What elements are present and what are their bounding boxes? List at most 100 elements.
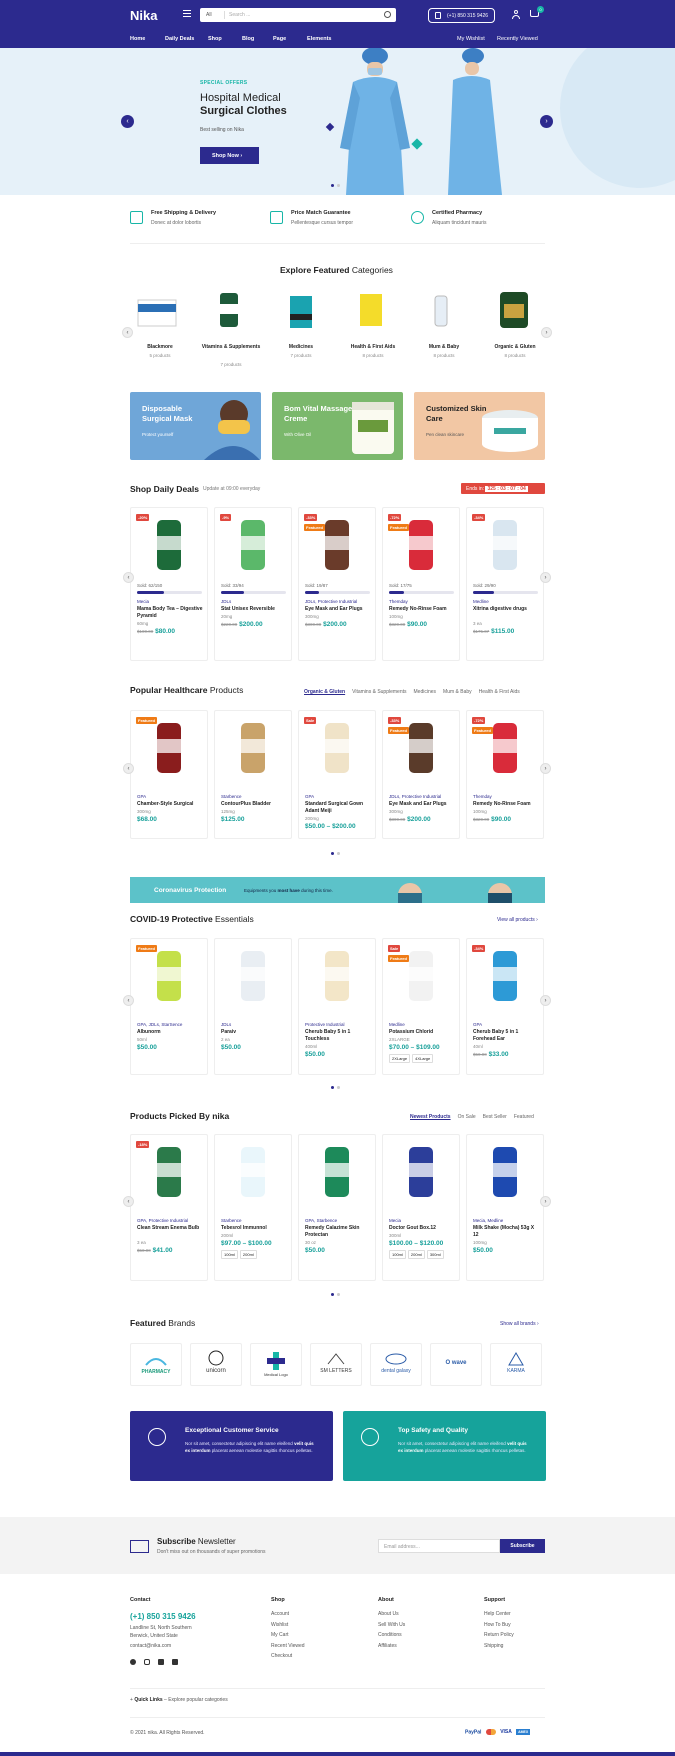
banner-surgical-mask[interactable]: Disposable Surgical Mask Protect yoursel… [130,392,261,460]
picked-dots[interactable] [331,1293,343,1296]
product-card[interactable]: Starbence ContourPlus Bladder 125mg $125.00 [214,710,292,839]
hero-dots[interactable] [331,184,343,187]
product-name[interactable]: Remedy Calazime Skin Protectan [305,1225,373,1239]
product-card[interactable]: -72% Featured Themday Remedy No-Rinse Foam 1… [466,710,544,839]
facebook-icon[interactable] [130,1659,136,1665]
category-name[interactable]: Health & First Aids [343,344,403,350]
brand-logo[interactable]: dental galaxy [370,1343,422,1386]
product-card[interactable]: Starbence Tebesrol Immunnol 200ml $97.00 – … [214,1134,292,1281]
tab-mum-baby[interactable]: Mum & Baby [443,689,472,695]
brand-logo[interactable]: unicorn [190,1343,242,1386]
product-name[interactable]: Remedy No-Rinse Foam [473,801,541,808]
variant-chip[interactable]: 100ml [221,1250,238,1259]
view-all-products-link[interactable]: View all products › [497,917,538,923]
footer-link[interactable]: How To Buy [484,1622,511,1628]
popular-dots[interactable] [331,852,343,855]
category-name[interactable]: Vitamins & Supplements [201,344,261,350]
tab-on-sale[interactable]: On Sale [458,1114,476,1120]
product-name[interactable]: Doctor Gout Box.12 [389,1225,457,1232]
product-name[interactable]: Albunorm [137,1029,205,1036]
site-logo[interactable]: Nika [130,8,157,23]
product-card[interactable]: GPA, Starbence Remedy Calazime Skin Prote… [298,1134,376,1281]
product-card[interactable]: -33% Featured Sold: 19/87 JDLs, Protective … [298,507,376,661]
search-category-select[interactable]: All [206,12,212,18]
nav-daily-deals[interactable]: Daily Deals [165,36,194,42]
shop-now-button[interactable]: Shop Now › [200,147,259,164]
nav-wishlist[interactable]: My Wishlist [457,36,485,42]
footer-link[interactable]: My Cart [271,1632,289,1638]
popular-row-prev-arrow[interactable]: ‹ [123,762,134,774]
brand-logo[interactable]: O wave [430,1343,482,1386]
product-card[interactable]: JDLs Paraiv 2 ea $50.00 [214,938,292,1075]
footer-link[interactable]: Shipping [484,1643,503,1649]
product-name[interactable]: Cherub Baby 5 in 1 Forehead Ear [473,1029,541,1043]
tab-best-seller[interactable]: Best Seller [483,1114,507,1120]
search-input[interactable]: Search ... [229,12,250,18]
hero-prev-arrow[interactable]: ‹ [121,115,134,128]
nav-elements[interactable]: Elements [307,36,331,42]
product-vendor[interactable]: GPA, Protective Industrial [137,1218,188,1223]
product-card[interactable]: -34% GPA Cherub Baby 5 in 1 Forehead Ear 40… [466,938,544,1075]
product-vendor[interactable]: Medline [389,1022,405,1027]
product-vendor[interactable]: JDLs [221,599,231,604]
brand-logo[interactable]: Medical Logo [250,1343,302,1386]
search-icon[interactable] [384,11,391,18]
category-name[interactable]: Organic & Gluten [485,344,545,350]
product-vendor[interactable]: GPA, Starbence [305,1218,337,1223]
product-vendor[interactable]: Medline [473,599,489,604]
product-vendor[interactable]: Themday [473,794,492,799]
hero-next-arrow[interactable]: › [540,115,553,128]
covid-dots[interactable] [331,1086,343,1089]
category-name[interactable]: Mum & Baby [414,344,474,350]
footer-link[interactable]: Affiliates [378,1643,397,1649]
product-vendor[interactable]: JDLs, Protective Industrial [389,794,441,799]
product-vendor[interactable]: JDLs [221,1022,231,1027]
variant-chip[interactable]: 200ml [407,1250,425,1259]
brand-logo[interactable]: KARMA [490,1343,542,1386]
deals-row-next-arrow[interactable]: › [540,572,551,583]
tab-vitamins[interactable]: Vitamins & Supplements [352,689,406,695]
product-name[interactable]: ContourPlus Bladder [221,801,289,808]
product-name[interactable]: Tebesrol Immunnol [221,1225,289,1232]
nav-home[interactable]: Home [130,36,145,42]
phone-button[interactable]: (+1) 850 315 9426 [428,8,495,23]
tab-health-first-aid[interactable]: Health & First Aids [479,689,520,695]
product-name[interactable]: Chamber-Style Surgical [137,801,205,808]
nav-blog[interactable]: Blog [242,36,254,42]
product-card[interactable]: -20% Sold: 62/150 Mecia Mama Body Tea – Dig… [130,507,208,661]
product-name[interactable]: Mama Body Tea – Digestive Pyramid [137,606,205,620]
product-vendor[interactable]: JDLs, Protective Industrial [305,599,357,604]
tab-newest[interactable]: Newest Products [410,1114,451,1120]
product-vendor[interactable]: Starbence [221,794,242,799]
product-vendor[interactable]: GPA [305,794,314,799]
brand-logo[interactable]: PHARMACY [130,1343,182,1386]
product-card[interactable]: Sale GPA Standard Surgical Gown Adant Meij… [298,710,376,839]
product-card[interactable]: -34% Sold: 29/90 Medline Xitrina digestive … [466,507,544,661]
user-icon[interactable] [512,10,520,19]
menu-icon[interactable] [183,10,191,17]
linkedin-icon[interactable] [172,1659,178,1665]
footer-link[interactable]: Account [271,1611,289,1617]
product-name[interactable]: Cherub Baby 5 in 1 Touchless [305,1029,373,1043]
product-vendor[interactable]: Mecia [389,1218,401,1223]
nav-shop[interactable]: Shop [208,36,222,42]
nav-page[interactable]: Page [273,36,286,42]
tab-organic[interactable]: Organic & Gluten [304,689,345,695]
deals-row-prev-arrow[interactable]: ‹ [123,572,134,583]
product-name[interactable]: Potassium Chlorid [389,1029,457,1036]
twitter-icon[interactable] [158,1659,164,1665]
category-name[interactable]: Blackmore [130,344,190,350]
product-vendor[interactable]: GPA, JDLs, StarSence [137,1022,182,1027]
product-name[interactable]: Standard Surgical Gown Adant Meiji [305,801,373,815]
product-vendor[interactable]: Mecia [137,599,149,604]
product-name[interactable]: Milk Shake (Mocha) 53g X 12 [473,1225,541,1239]
newsletter-email-input[interactable]: Email address... [378,1539,500,1553]
covid-row-next-arrow[interactable]: › [540,994,551,1006]
product-vendor[interactable]: Mecia, Medline [473,1218,503,1223]
product-name[interactable]: Eye Mask and Ear Plugs [389,801,457,808]
product-vendor[interactable]: GPA [137,794,146,799]
corona-banner[interactable]: Coronavirus Protection Equipments you mo… [130,877,545,903]
footer-link[interactable]: Conditions [378,1632,402,1638]
product-card[interactable]: Mecia, Medline Milk Shake (Mocha) 53g X 1… [466,1134,544,1281]
product-name[interactable]: Remedy No-Rinse Foam [389,606,457,613]
